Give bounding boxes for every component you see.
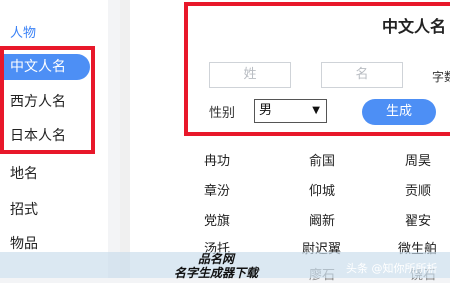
dropdown-arrow-icon: ▼ [312, 105, 320, 116]
gender-select-value: 男 [259, 103, 273, 118]
surname-input[interactable]: 姓 [209, 62, 291, 88]
name-result: 翟安 [405, 214, 432, 229]
name-result: 仰城 [309, 184, 336, 199]
highlight-box-sidebar [0, 46, 95, 154]
name-result: 贡顺 [405, 184, 432, 199]
name-result: 党旗 [204, 214, 231, 229]
given-name-input[interactable]: 名 [321, 62, 403, 88]
name-result: 阚新 [309, 214, 336, 229]
generate-button[interactable]: 生成 [362, 99, 436, 125]
sidebar: 人物 中文人名 西方人名 日本人名 地名 招式 物品 [0, 0, 108, 278]
name-result: 周昊 [405, 154, 432, 169]
name-result: 俞国 [309, 154, 336, 169]
gender-label: 性别 [209, 106, 236, 121]
watermark-subtitle: 名字生成器下载 [174, 266, 259, 280]
gender-select[interactable]: 男 ▼ [254, 99, 327, 123]
watermark-credit: 头条 @知你所所析 [346, 262, 438, 275]
sidebar-item-place-names[interactable]: 地名 [10, 162, 38, 186]
name-result: 冉功 [204, 154, 231, 169]
form-title: 中文人名 [382, 17, 447, 36]
name-result: 章汾 [204, 184, 231, 199]
sidebar-item-moves[interactable]: 招式 [10, 198, 38, 222]
sidebar-category-title: 人物 [10, 26, 37, 41]
word-count-label: 字数 [432, 70, 450, 84]
panel-divider [120, 0, 130, 278]
